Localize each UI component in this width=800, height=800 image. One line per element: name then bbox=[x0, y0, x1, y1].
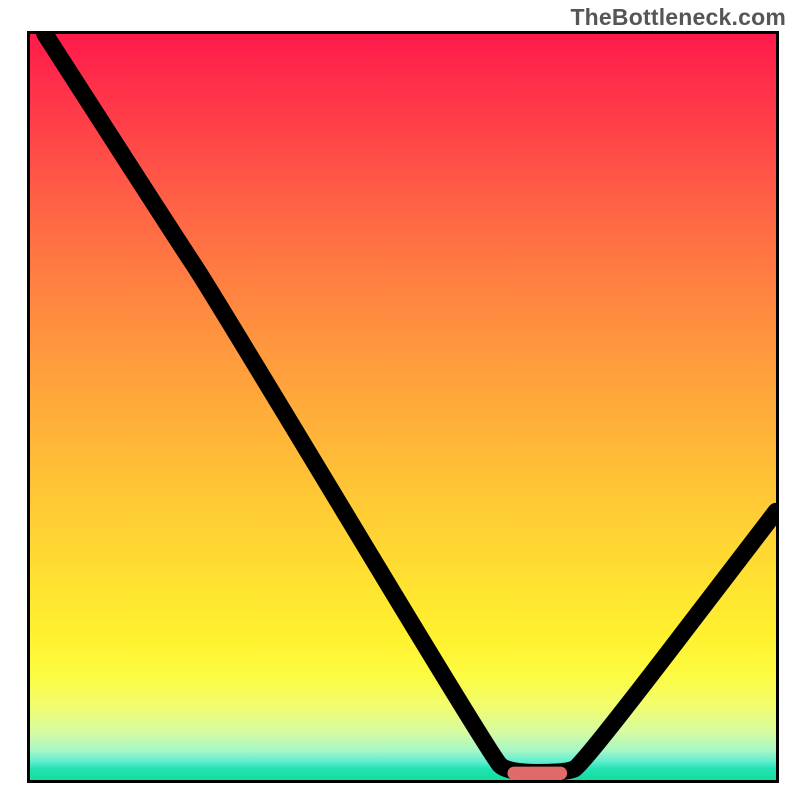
chart-frame: TheBottleneck.com bbox=[0, 0, 800, 800]
watermark-label: TheBottleneck.com bbox=[570, 4, 786, 31]
curve-layer bbox=[30, 34, 776, 780]
plot-area bbox=[27, 31, 779, 783]
optimal-marker bbox=[507, 767, 567, 780]
bottleneck-curve bbox=[45, 34, 776, 773]
